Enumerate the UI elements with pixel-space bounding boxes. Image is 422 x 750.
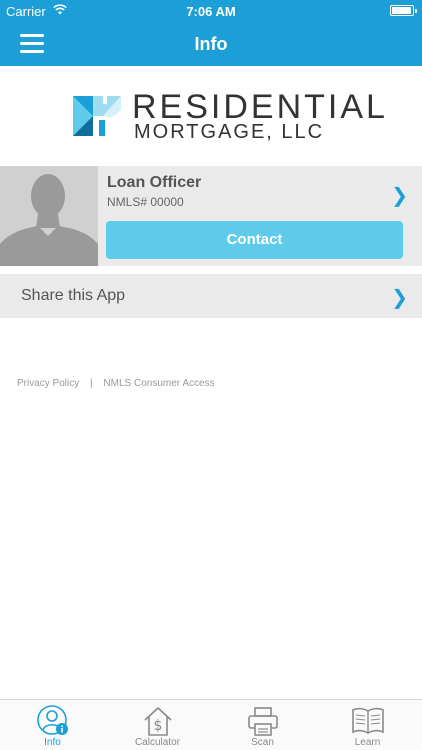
tab-label: Calculator <box>134 737 181 748</box>
printer-icon <box>248 707 278 736</box>
book-icon <box>352 707 384 734</box>
company-logo: RESIDENTIAL MORTGAGE, LLC <box>0 66 422 166</box>
tab-label: Learn <box>354 737 381 748</box>
share-app-label: Share this App <box>21 287 126 304</box>
top-bar: Carrier 7:06 AM Info <box>0 0 422 66</box>
tab-scan[interactable]: Scan <box>210 700 315 750</box>
tab-bar: Info $ Calculator Scan Learn <box>0 699 422 750</box>
tab-label: Info <box>44 737 61 748</box>
contact-button[interactable]: Contact <box>106 221 403 259</box>
calculator-house-icon: $ <box>144 706 172 736</box>
avatar <box>0 166 98 266</box>
tab-calculator[interactable]: $ Calculator <box>105 700 210 750</box>
tab-info[interactable]: Info <box>0 700 105 750</box>
officer-name: Loan Officer <box>107 174 202 191</box>
footer-links: Privacy Policy | NMLS Consumer Access <box>17 378 215 389</box>
info-person-icon <box>37 705 68 735</box>
nmls-consumer-access-link[interactable]: NMLS Consumer Access <box>103 378 214 389</box>
officer-nmls: NMLS# 00000 <box>107 195 184 209</box>
tab-label: Scan <box>251 737 274 748</box>
chevron-right-icon: ❯ <box>391 287 408 309</box>
status-bar: Carrier 7:06 AM <box>0 0 422 22</box>
tab-learn[interactable]: Learn <box>315 700 420 750</box>
person-placeholder-icon <box>0 166 98 266</box>
page-title: Info <box>194 34 228 54</box>
logo-text-mortgage: MORTGAGE, LLC <box>134 121 325 143</box>
status-time: 7:06 AM <box>186 4 236 19</box>
link-separator: | <box>90 378 93 389</box>
loan-officer-card: Loan Officer NMLS# 00000 ❯ Contact <box>0 166 422 266</box>
privacy-policy-link[interactable]: Privacy Policy <box>17 378 79 389</box>
svg-text:$: $ <box>154 718 163 734</box>
nav-bar: Info <box>0 22 422 66</box>
chevron-right-icon[interactable]: ❯ <box>391 183 408 208</box>
officer-details[interactable]: Loan Officer NMLS# 00000 ❯ Contact <box>98 166 422 266</box>
house-logo-icon <box>73 94 121 136</box>
battery-icon <box>390 5 417 16</box>
share-app-row[interactable]: Share this App ❯ <box>0 274 422 318</box>
